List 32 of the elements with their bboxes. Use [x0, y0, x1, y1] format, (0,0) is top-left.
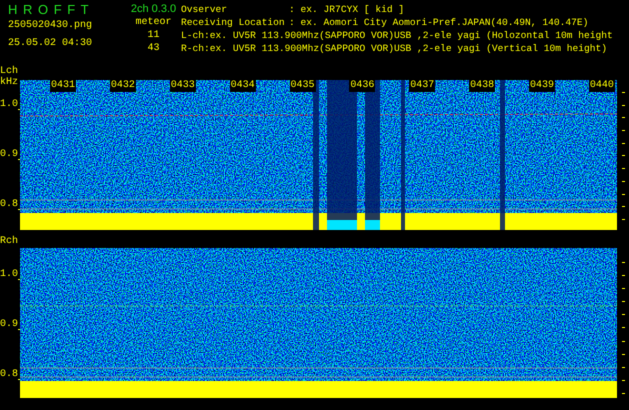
unit-label: kHz	[0, 77, 20, 88]
meteor-count: 11	[147, 29, 160, 42]
time-label: 0431	[50, 80, 76, 92]
meteor-label: meteor	[135, 16, 172, 29]
channel-label: Rch	[0, 236, 20, 247]
time-label: 0432	[110, 80, 136, 92]
time-label: 0440	[588, 80, 615, 92]
info-label: Ovserver	[181, 3, 228, 16]
version-label: 2ch 0.3.0	[130, 3, 176, 16]
axis-tick-label: 0.9	[0, 320, 18, 330]
time-label: 0434	[230, 80, 256, 92]
info-label: Receiving Location	[181, 16, 286, 29]
info-label: L-ch:ex. UV5R 113.900Mhz(SAPPORO VOR)USB ,2-ele yagi (Holozontal 10m height	[181, 29, 613, 42]
time-label: 0439	[529, 80, 556, 92]
info-value: : ex. Aomori City Aomori-Pref.JAPAN(40.49N, 140.47E)	[289, 16, 588, 29]
time-label: 0436	[349, 80, 376, 92]
axis-tick-label: 1.0	[0, 270, 18, 280]
axis-tick-label: 0.8	[0, 370, 18, 380]
app-title: H R O F F T	[8, 3, 91, 16]
meteor-count: 43	[147, 42, 160, 55]
info-value: : ex. JR7CYX [ kid ]	[289, 3, 404, 16]
file-name: 2505020430.png	[8, 19, 94, 32]
date-time: 25.05.02 04:30	[8, 37, 94, 50]
axis-tick-label: 0.8	[0, 200, 18, 210]
time-label: 0435	[290, 80, 316, 92]
axis-tick-label: 0.9	[0, 150, 18, 160]
axis-tick-label: 1.0	[0, 100, 18, 110]
channel-label: Lch	[0, 66, 20, 77]
time-label: 0433	[170, 80, 196, 92]
time-label: 0437	[409, 80, 436, 92]
info-label: R-ch:ex. UV5R 113.900Mhz(SAPPORO VOR)USB ,2-ele yagi (Vertical 10m height)	[181, 42, 608, 55]
time-label: 0438	[469, 80, 496, 92]
